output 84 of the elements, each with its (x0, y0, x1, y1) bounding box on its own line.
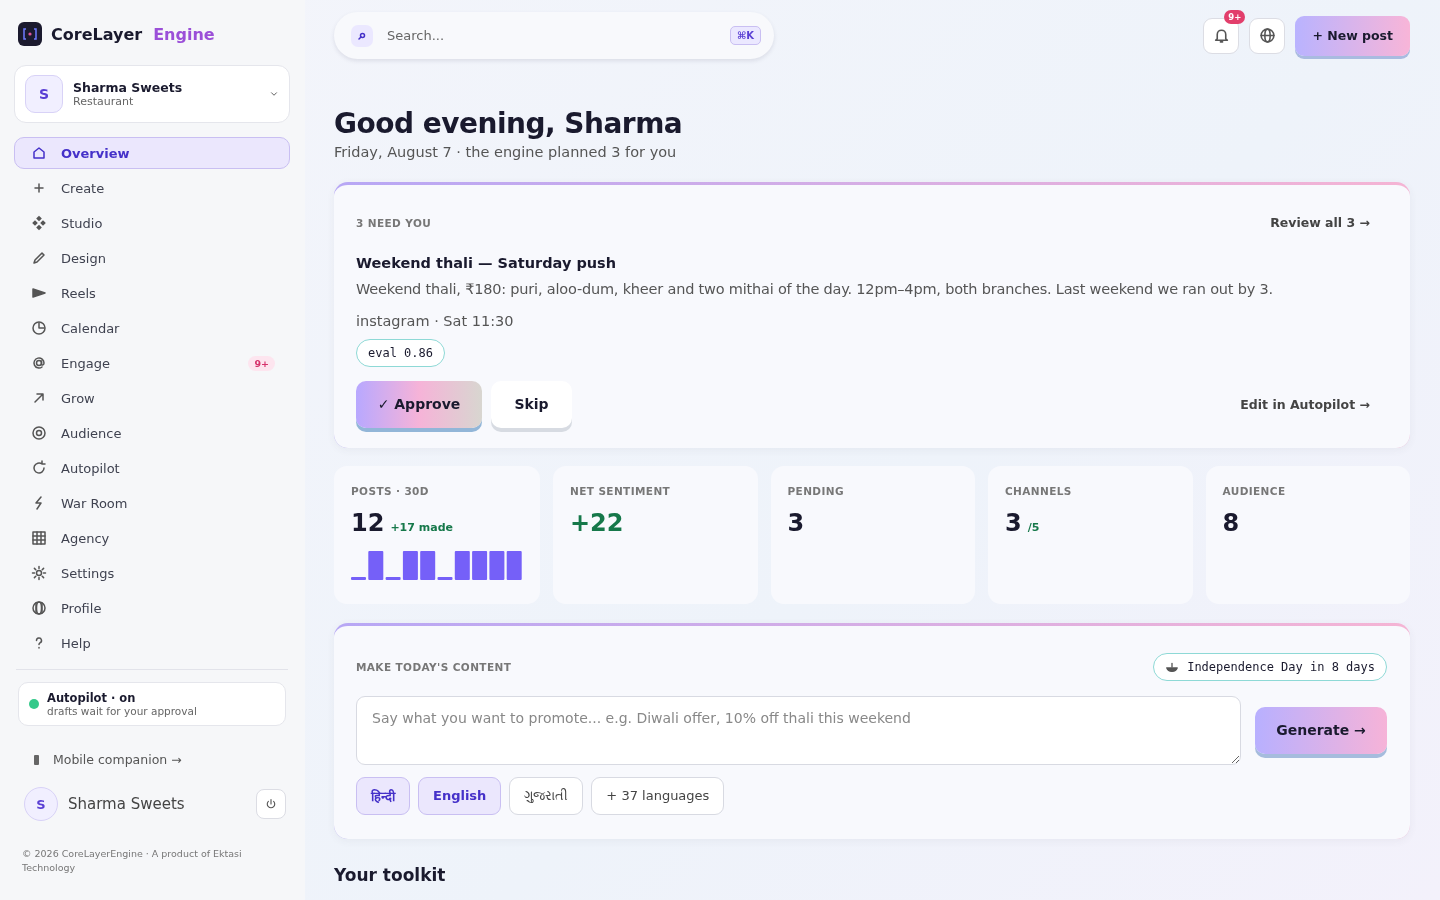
post-meta: instagram · Sat 11:30 (356, 312, 515, 329)
home-icon (31, 145, 47, 161)
grid-icon (31, 530, 47, 546)
stat-value: +22 (570, 508, 624, 537)
logout-button[interactable] (256, 789, 286, 819)
stat-value: 3 (787, 508, 805, 537)
nav-item[interactable]: Agency (14, 522, 290, 554)
power-icon (265, 798, 277, 810)
brand-accent: Engine (153, 24, 215, 44)
stat-label: PENDING (787, 484, 845, 497)
phone-icon (34, 754, 39, 765)
nav-item[interactable]: Audience (14, 417, 290, 449)
nav-item[interactable]: Profile (14, 592, 290, 624)
stat-note: /5 (1027, 520, 1040, 534)
nav-item[interactable]: Design (14, 242, 290, 274)
nav-item[interactable]: Help (14, 627, 290, 659)
nav-item[interactable]: War Room (14, 487, 290, 519)
stat-note: +17 made (390, 520, 453, 534)
nav-item[interactable]: Grow (14, 382, 290, 414)
stat-value: 8 (1222, 508, 1240, 537)
nav-item[interactable]: Autopilot (14, 452, 290, 484)
language-chip[interactable]: ગુજરાતી (509, 776, 584, 815)
refresh-icon (31, 460, 47, 476)
stat-label: AUDIENCE (1222, 484, 1287, 497)
language-chip[interactable]: हिन्दी (356, 776, 410, 815)
nav-item[interactable]: Create (14, 172, 290, 204)
language-chip[interactable]: English (418, 776, 502, 815)
stat-value: 12 (351, 508, 385, 537)
section-title: Your toolkit (334, 864, 447, 885)
nav-item[interactable]: Settings (14, 557, 290, 589)
event-tag: Independence Day in 8 days (1153, 652, 1387, 681)
post-title: Weekend thali — Saturday push (356, 255, 618, 271)
settings-icon (31, 565, 47, 581)
language-button[interactable] (1249, 17, 1286, 54)
globe-icon (1258, 27, 1276, 44)
notification-badge: 9+ (1224, 9, 1246, 24)
account-avatar: S (25, 75, 63, 113)
account-name: Sharma Sweets (73, 80, 184, 95)
account-switcher[interactable]: S Sharma Sweets Restaurant (14, 65, 290, 123)
plus-icon (31, 180, 47, 196)
new-post-button[interactable]: + New post (1295, 15, 1410, 56)
page-subtitle: Friday, August 7 · the engine planned 3 for you (334, 144, 678, 160)
account-type: Restaurant (73, 95, 135, 108)
stat-value: 3 (1005, 508, 1022, 537)
search-field[interactable]: Search... ⌘K (334, 12, 774, 59)
stat-label: CHANNELS (1005, 484, 1073, 497)
count-badge: 9+ (248, 355, 275, 371)
review-link[interactable]: Review all 3 → (1270, 215, 1370, 230)
user-name: Sharma Sweets (68, 795, 186, 813)
footer-text: © 2026 CoreLayerEngine · A product of Ektasi Technology (22, 847, 243, 876)
status-subtitle: drafts wait for your approval (47, 705, 197, 717)
diamond-cluster-icon (31, 215, 47, 231)
page-title: Good evening, Sharma (334, 107, 684, 140)
globe-icon (31, 600, 47, 616)
stat-label: NET SENTIMENT (570, 484, 672, 497)
target-icon (31, 425, 47, 441)
shortcut-hint: ⌘K (729, 26, 761, 45)
post-body: Weekend thali, ₹180: puri, aloo-dum, kheer and two mithai of the day. 12pm–4pm, both branches. Last weekend we ran out by 3. (356, 280, 1274, 299)
pencil-icon (31, 250, 47, 266)
play-icon (31, 285, 47, 301)
brand-name: CoreLayer (51, 24, 143, 44)
mobile-link[interactable]: Mobile companion → (53, 752, 182, 767)
nav-item[interactable]: Calendar (14, 312, 290, 344)
language-chip[interactable]: + 37 languages (591, 776, 725, 815)
search-input[interactable]: Search... (385, 27, 718, 44)
clock-icon (31, 320, 47, 336)
chevron-down-icon (269, 89, 279, 99)
section-label: 3 NEED YOU (356, 216, 433, 229)
at-sign-icon (31, 355, 47, 371)
status-title: Autopilot · on (47, 691, 137, 705)
logo-icon (18, 22, 42, 46)
arrow-icon (31, 390, 47, 406)
nav-item[interactable]: Reels (14, 277, 290, 309)
nav-item[interactable]: Studio (14, 207, 290, 239)
bell-icon (1212, 27, 1230, 44)
nav-item[interactable]: Overview (14, 137, 290, 169)
user-avatar: S (24, 787, 58, 821)
prompt-field[interactable]: Say what you want to promote... e.g. Diwali offer, 10% off thali this weekend (356, 695, 1241, 765)
edit-link[interactable]: Edit in Autopilot → (1240, 396, 1370, 412)
section-label: MAKE TODAY'S CONTENT (356, 660, 513, 673)
nav-item[interactable]: Engage 9+ (14, 347, 290, 379)
score-tag: eval 0.86 (356, 338, 446, 367)
search-icon (351, 24, 373, 47)
stat-label: POSTS · 30D (351, 484, 430, 497)
